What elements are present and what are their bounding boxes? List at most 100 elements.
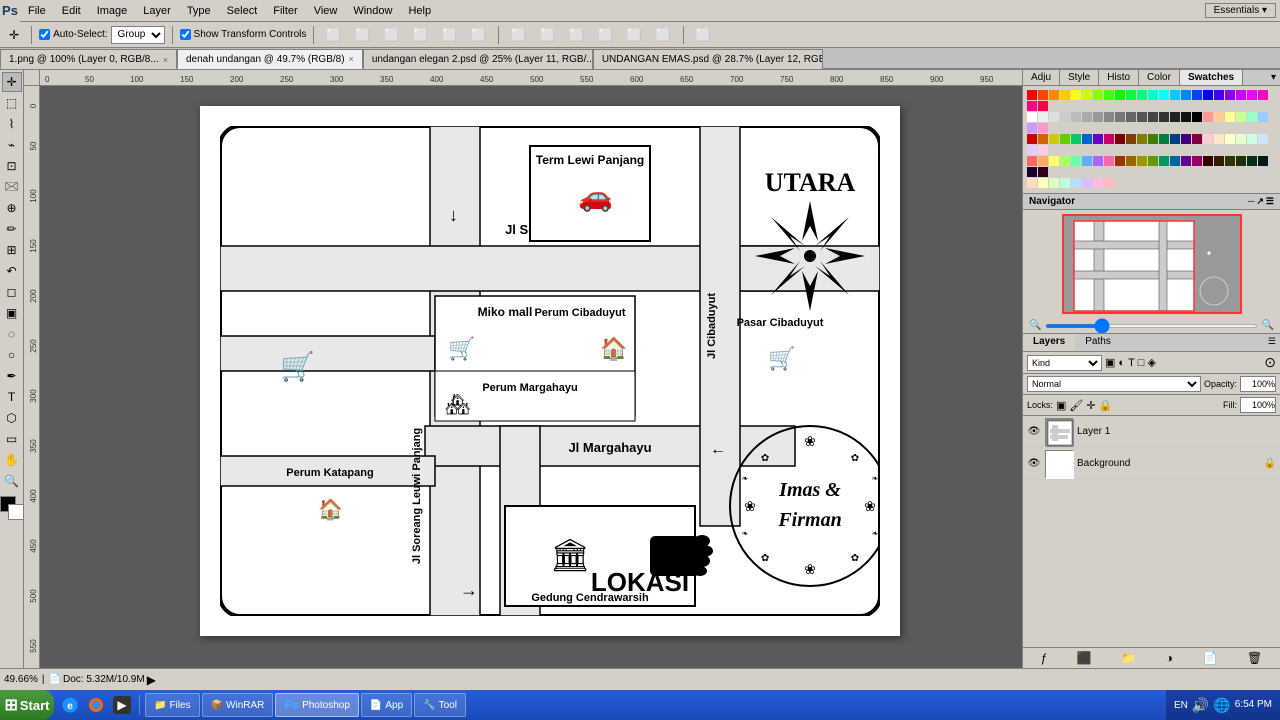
tab-adjust[interactable]: Adju (1023, 70, 1060, 85)
layers-panel-menu[interactable]: ☰ (1264, 334, 1280, 351)
swatch-aaff66[interactable] (1060, 156, 1070, 166)
swatch-555555[interactable] (1137, 112, 1147, 122)
navigator-minimize[interactable]: ─ (1248, 196, 1254, 207)
tray-clock[interactable]: 6:54 PM (1235, 698, 1272, 712)
swatch-ff99cc[interactable] (1038, 123, 1048, 133)
swatch-ffffff[interactable] (1027, 112, 1037, 122)
show-transform-checkbox[interactable] (180, 29, 191, 40)
tray-sound-icon[interactable]: 🔊 (1192, 697, 1209, 714)
gradient-tool[interactable]: ▣ (2, 303, 22, 323)
shape-tool[interactable]: ▭ (2, 429, 22, 449)
align-bottom-btn[interactable]: ⬜ (466, 25, 491, 45)
swatch-996600[interactable] (1126, 156, 1136, 166)
swatch-993300[interactable] (1115, 156, 1125, 166)
background-color[interactable] (8, 504, 24, 520)
swatch-ff0044[interactable] (1038, 101, 1048, 111)
play-btn[interactable]: ▶ (147, 673, 156, 687)
swatch-ff00cc[interactable] (1258, 90, 1268, 100)
tab-style[interactable]: Style (1060, 70, 1099, 85)
zoom-in-icon[interactable]: 🔍 (1262, 320, 1274, 331)
menu-window[interactable]: Window (345, 3, 400, 19)
swatch-ffff00[interactable] (1071, 90, 1081, 100)
swatch-cce5ff[interactable] (1258, 134, 1268, 144)
blend-mode-select[interactable]: Normal Dissolve Multiply Screen Overlay (1027, 376, 1201, 392)
swatch-cccccc[interactable] (1060, 112, 1070, 122)
taskbar-ff-icon[interactable] (84, 693, 108, 717)
stamp-tool[interactable]: ⊞ (2, 240, 22, 260)
swatch-000000[interactable] (1192, 112, 1202, 122)
swatch-00ff88[interactable] (1137, 90, 1147, 100)
swatch-ccff00[interactable] (1082, 90, 1092, 100)
swatch-ffffcc[interactable] (1225, 134, 1235, 144)
swatch-ff66aa[interactable] (1104, 156, 1114, 166)
tab-1-close[interactable]: × (163, 55, 168, 65)
swatch-eeeeee[interactable] (1038, 112, 1048, 122)
auto-select-checkbox[interactable] (39, 29, 50, 40)
menu-edit[interactable]: Edit (54, 3, 89, 19)
swatch-ff00ff[interactable] (1247, 90, 1257, 100)
swatch-00ff44[interactable] (1126, 90, 1136, 100)
align-left-btn[interactable]: ⬜ (321, 25, 346, 45)
swatch-111111[interactable] (1181, 112, 1191, 122)
swatch-e5ccff[interactable] (1027, 145, 1037, 155)
align-vcenter-btn[interactable]: ⬜ (437, 25, 462, 45)
dist-v2-btn[interactable]: ⬜ (593, 25, 618, 45)
swatch-999999[interactable] (1093, 112, 1103, 122)
swatch-ffcce5[interactable] (1038, 145, 1048, 155)
menu-help[interactable]: Help (400, 3, 439, 19)
zoom-out-icon[interactable]: 🔍 (1029, 320, 1041, 331)
swatch-ffcc00[interactable] (1060, 90, 1070, 100)
menu-image[interactable]: Image (89, 3, 136, 19)
menu-type[interactable]: Type (179, 3, 219, 19)
extra-options-btn[interactable]: ⬜ (691, 25, 716, 45)
menu-filter[interactable]: Filter (265, 3, 305, 19)
taskbar-ie-icon[interactable]: e (58, 693, 82, 717)
swatch-003319[interactable] (1247, 156, 1257, 166)
add-mask-btn[interactable]: ⬛ (1077, 651, 1092, 665)
swatch-66cc00[interactable] (1060, 134, 1070, 144)
swatch-ffe5cc[interactable] (1214, 134, 1224, 144)
lock-all-btn[interactable]: 🔒 (1099, 399, 1113, 412)
tab-2-close[interactable]: × (349, 54, 354, 64)
filter-smart-icon[interactable]: ◈ (1147, 356, 1155, 369)
swatch-408000[interactable] (1148, 134, 1158, 144)
swatch-777777[interactable] (1115, 112, 1125, 122)
swatch-222222[interactable] (1170, 112, 1180, 122)
swatch-800000[interactable] (1115, 134, 1125, 144)
menu-select[interactable]: Select (219, 3, 266, 19)
swatch-99ffcc[interactable] (1247, 112, 1257, 122)
layer-row-bg[interactable]: 👁 Background 🔒 (1023, 448, 1280, 480)
swatch-ff4400[interactable] (1038, 90, 1048, 100)
swatch-ff8800[interactable] (1049, 90, 1059, 100)
swatch-88ff00[interactable] (1093, 90, 1103, 100)
swatch-ffff99[interactable] (1225, 112, 1235, 122)
taskbar-app7-item[interactable]: 🔧Tool (414, 693, 466, 717)
swatch-808000[interactable] (1137, 134, 1147, 144)
swatch-ffcccc[interactable] (1203, 134, 1213, 144)
swatch-00ffff[interactable] (1159, 90, 1169, 100)
swatch-00ccff[interactable] (1170, 90, 1180, 100)
swatch-99ccff[interactable] (1258, 112, 1268, 122)
swatch-190033[interactable] (1027, 167, 1037, 177)
dist-h2-btn[interactable]: ⬜ (564, 25, 589, 45)
start-button[interactable]: ⊞ Start (0, 690, 54, 720)
history-tool[interactable]: ↶ (2, 261, 22, 281)
swatch-004080[interactable] (1170, 134, 1180, 144)
align-center-btn[interactable]: ⬜ (350, 25, 375, 45)
swatch-804000[interactable] (1126, 134, 1136, 144)
taskbar-media-icon[interactable]: ▶ (110, 693, 134, 717)
swatch-666666[interactable] (1126, 112, 1136, 122)
tab-4[interactable]: UNDANGAN EMAS.psd @ 28.7% (Layer 12, RGB… (593, 49, 823, 69)
navigator-menu[interactable]: ☰ (1266, 196, 1274, 207)
swatch-8800ff[interactable] (1225, 90, 1235, 100)
layer-bg-visibility[interactable]: 👁 (1027, 457, 1041, 471)
align-right-btn[interactable]: ⬜ (379, 25, 404, 45)
align-top-btn[interactable]: ⬜ (408, 25, 433, 45)
swatch-6600cc[interactable] (1093, 134, 1103, 144)
swatch-800040[interactable] (1192, 134, 1202, 144)
swatch-ff6666[interactable] (1027, 156, 1037, 166)
blur-tool[interactable]: ◌ (2, 324, 22, 344)
swatch-00cc66[interactable] (1071, 134, 1081, 144)
layer-1-visibility[interactable]: 👁 (1027, 425, 1041, 439)
swatch-ccff99[interactable] (1236, 112, 1246, 122)
